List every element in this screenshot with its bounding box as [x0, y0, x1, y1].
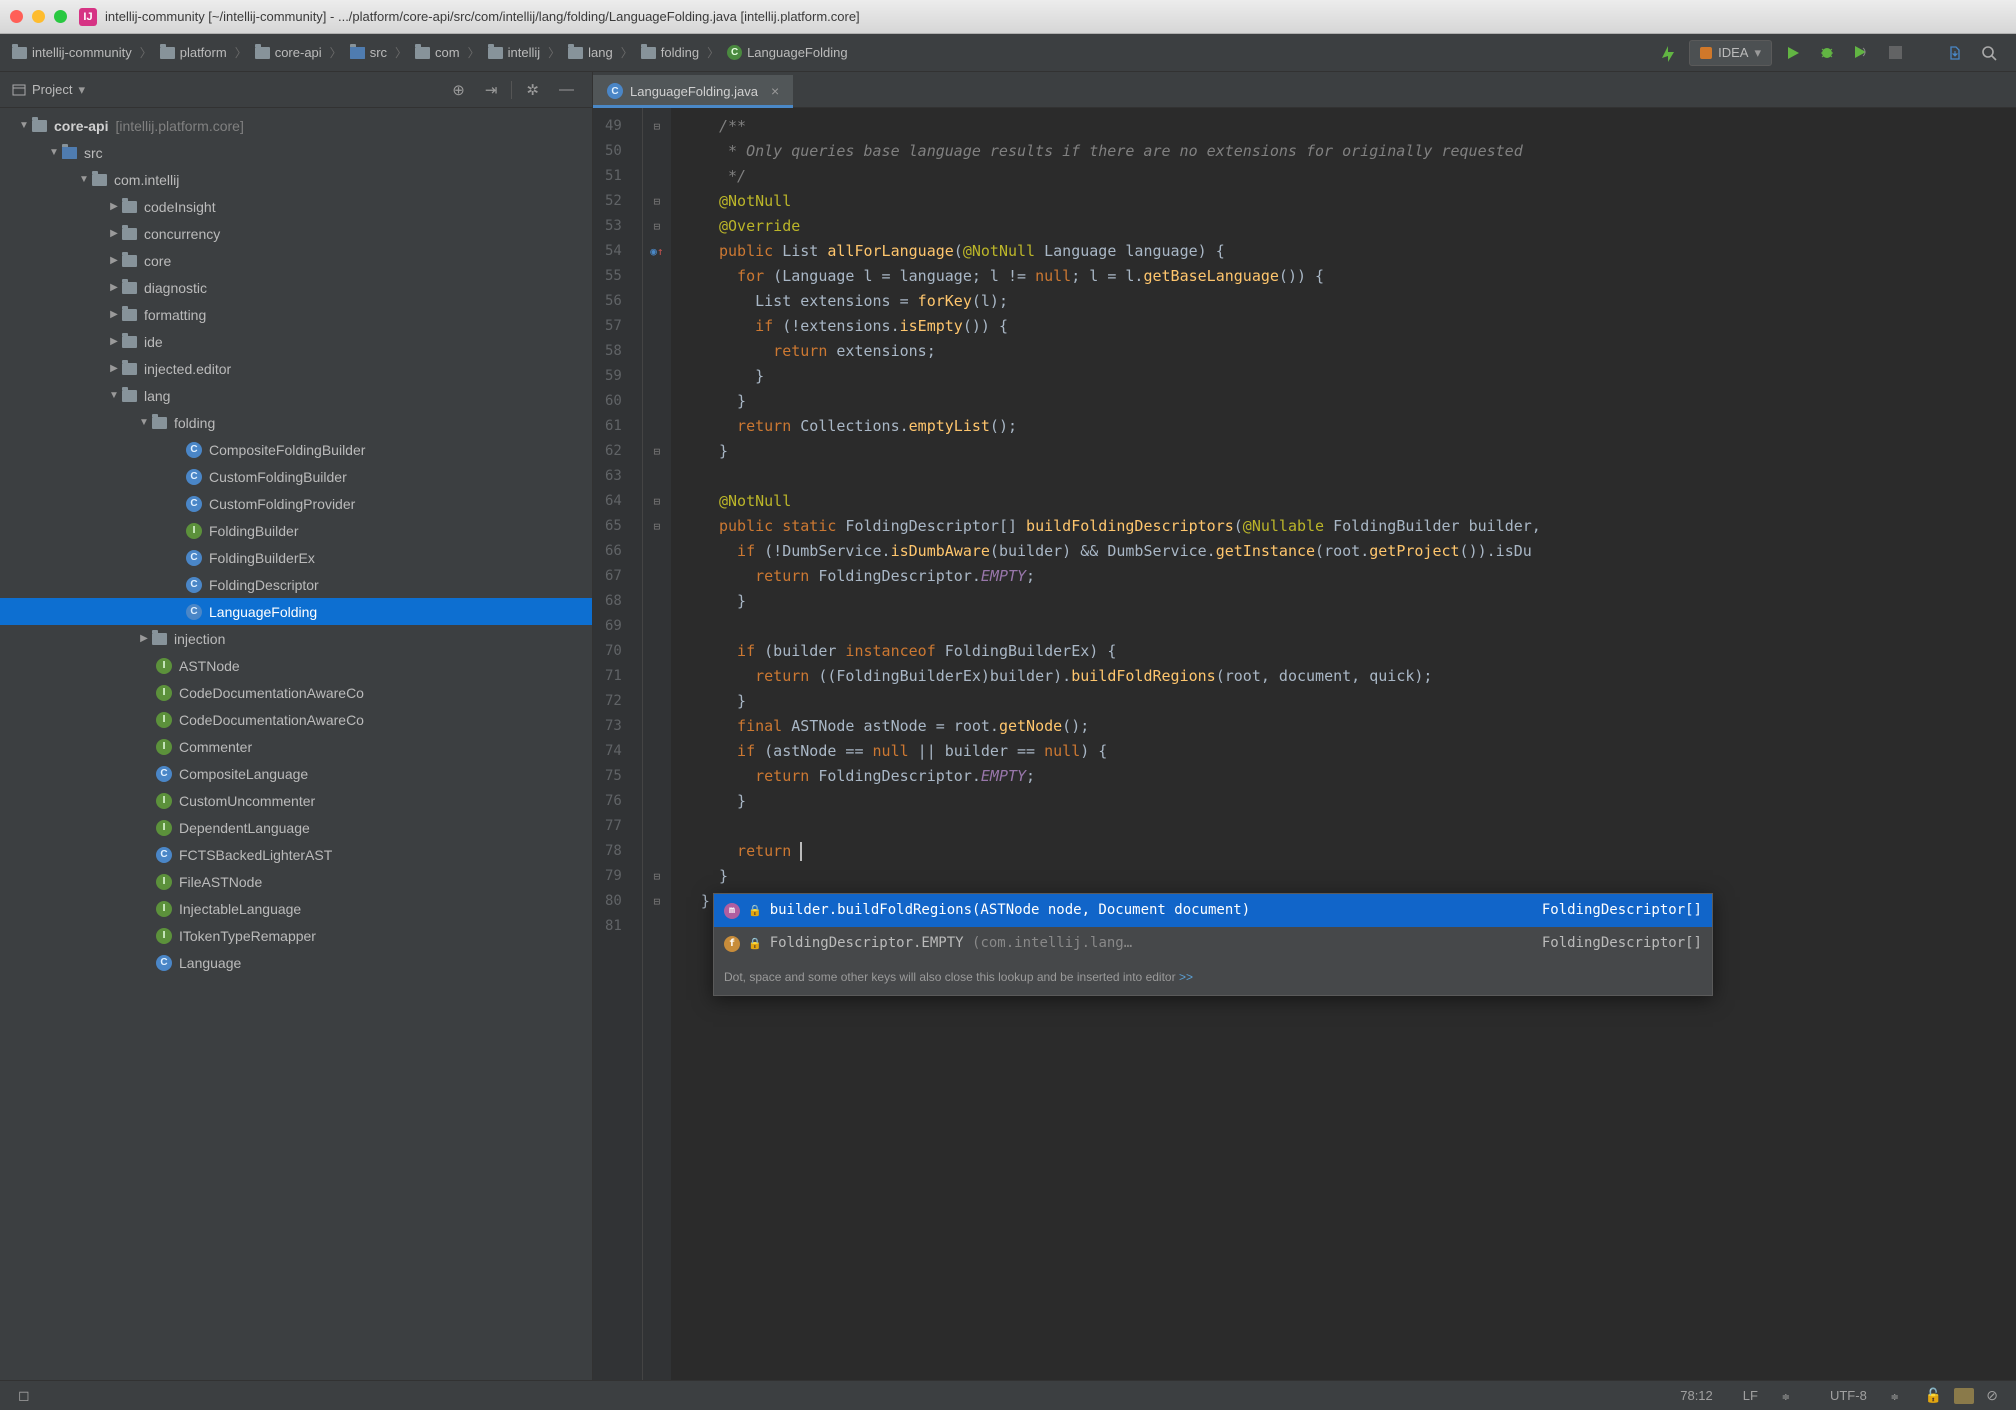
- vcs-update-button[interactable]: [1942, 40, 1968, 66]
- field-icon: f: [724, 936, 740, 952]
- lock-icon: 🔒: [748, 898, 762, 923]
- editor-tabs: C LanguageFolding.java ×: [593, 72, 2016, 108]
- class-icon: C: [186, 442, 202, 458]
- class-icon: C: [727, 45, 742, 60]
- close-window[interactable]: [10, 10, 23, 23]
- project-tool-window: Project ▾ ⊕ ⇥ ✲ — ▼core-api [intellij.pl…: [0, 72, 593, 1380]
- file-encoding[interactable]: UTF-8 ≑: [1810, 1388, 1919, 1403]
- navbar: intellij-community〉 platform〉 core-api〉 …: [0, 34, 2016, 72]
- tree-module: core-api: [54, 118, 108, 134]
- run-config-selector[interactable]: IDEA ▾: [1689, 40, 1772, 66]
- stop-button[interactable]: [1882, 40, 1908, 66]
- hector-icon[interactable]: [1948, 1387, 1980, 1404]
- caret-position[interactable]: 78:12: [1670, 1388, 1723, 1403]
- gear-icon[interactable]: ✲: [520, 81, 545, 99]
- method-icon: m: [724, 903, 740, 919]
- class-icon: C: [186, 604, 202, 620]
- line-separator[interactable]: LF ≑: [1723, 1388, 1810, 1403]
- project-view-selector[interactable]: Project ▾: [12, 82, 85, 98]
- interface-icon: I: [186, 523, 202, 539]
- run-button[interactable]: [1780, 40, 1806, 66]
- completion-item[interactable]: f 🔒 FoldingDescriptor.EMPTY (com.intelli…: [714, 927, 1712, 960]
- zoom-window[interactable]: [54, 10, 67, 23]
- titlebar: IJ intellij-community [~/intellij-commun…: [0, 0, 2016, 34]
- close-icon[interactable]: ×: [771, 83, 779, 99]
- line-numbers: 4950515253545556575859606162636465666768…: [593, 108, 643, 1380]
- build-button[interactable]: [1655, 40, 1681, 66]
- hint-link[interactable]: >>: [1179, 970, 1193, 984]
- chevron-down-icon: ▾: [78, 82, 85, 98]
- hide-icon[interactable]: —: [553, 81, 580, 98]
- readonly-toggle-icon[interactable]: 🔓: [1919, 1387, 1948, 1404]
- project-icon: [12, 83, 26, 97]
- class-icon: C: [186, 550, 202, 566]
- locate-icon[interactable]: ⊕: [446, 81, 471, 99]
- collapse-all-icon[interactable]: ⇥: [479, 81, 504, 99]
- project-tree[interactable]: ▼core-api [intellij.platform.core] ▼src …: [0, 108, 592, 1380]
- lock-icon: 🔒: [748, 931, 762, 956]
- gutter-icons[interactable]: ⊟⊟⊟◉↑⊟⊟⊟⊟⊟: [643, 108, 671, 1380]
- editor-tab[interactable]: C LanguageFolding.java ×: [593, 75, 793, 107]
- code-editor[interactable]: 4950515253545556575859606162636465666768…: [593, 108, 2016, 1380]
- breadcrumbs[interactable]: intellij-community〉 platform〉 core-api〉 …: [8, 42, 1655, 63]
- class-icon: C: [186, 496, 202, 512]
- debug-button[interactable]: [1814, 40, 1840, 66]
- completion-hint: Dot, space and some other keys will also…: [714, 960, 1712, 995]
- minimize-window[interactable]: [32, 10, 45, 23]
- search-everywhere-button[interactable]: [1976, 40, 2002, 66]
- class-icon: C: [186, 577, 202, 593]
- tree-item-selected: CLanguageFolding: [0, 598, 592, 625]
- status-bar: ◻ 78:12 LF ≑ UTF-8 ≑ 🔓 ⊘: [0, 1380, 2016, 1410]
- class-icon: C: [186, 469, 202, 485]
- chevron-down-icon: ▾: [1754, 45, 1761, 61]
- code-completion-popup[interactable]: m 🔒 builder.buildFoldRegions(ASTNode nod…: [713, 893, 1713, 996]
- class-icon: C: [607, 83, 623, 99]
- config-icon: [1700, 47, 1712, 59]
- tool-windows-toggle-icon[interactable]: ◻: [12, 1387, 36, 1404]
- coverage-button[interactable]: [1848, 40, 1874, 66]
- memory-indicator-icon[interactable]: ⊘: [1980, 1387, 2004, 1404]
- app-icon: IJ: [79, 8, 97, 26]
- completion-item[interactable]: m 🔒 builder.buildFoldRegions(ASTNode nod…: [714, 894, 1712, 927]
- window-title: intellij-community [~/intellij-community…: [105, 9, 860, 24]
